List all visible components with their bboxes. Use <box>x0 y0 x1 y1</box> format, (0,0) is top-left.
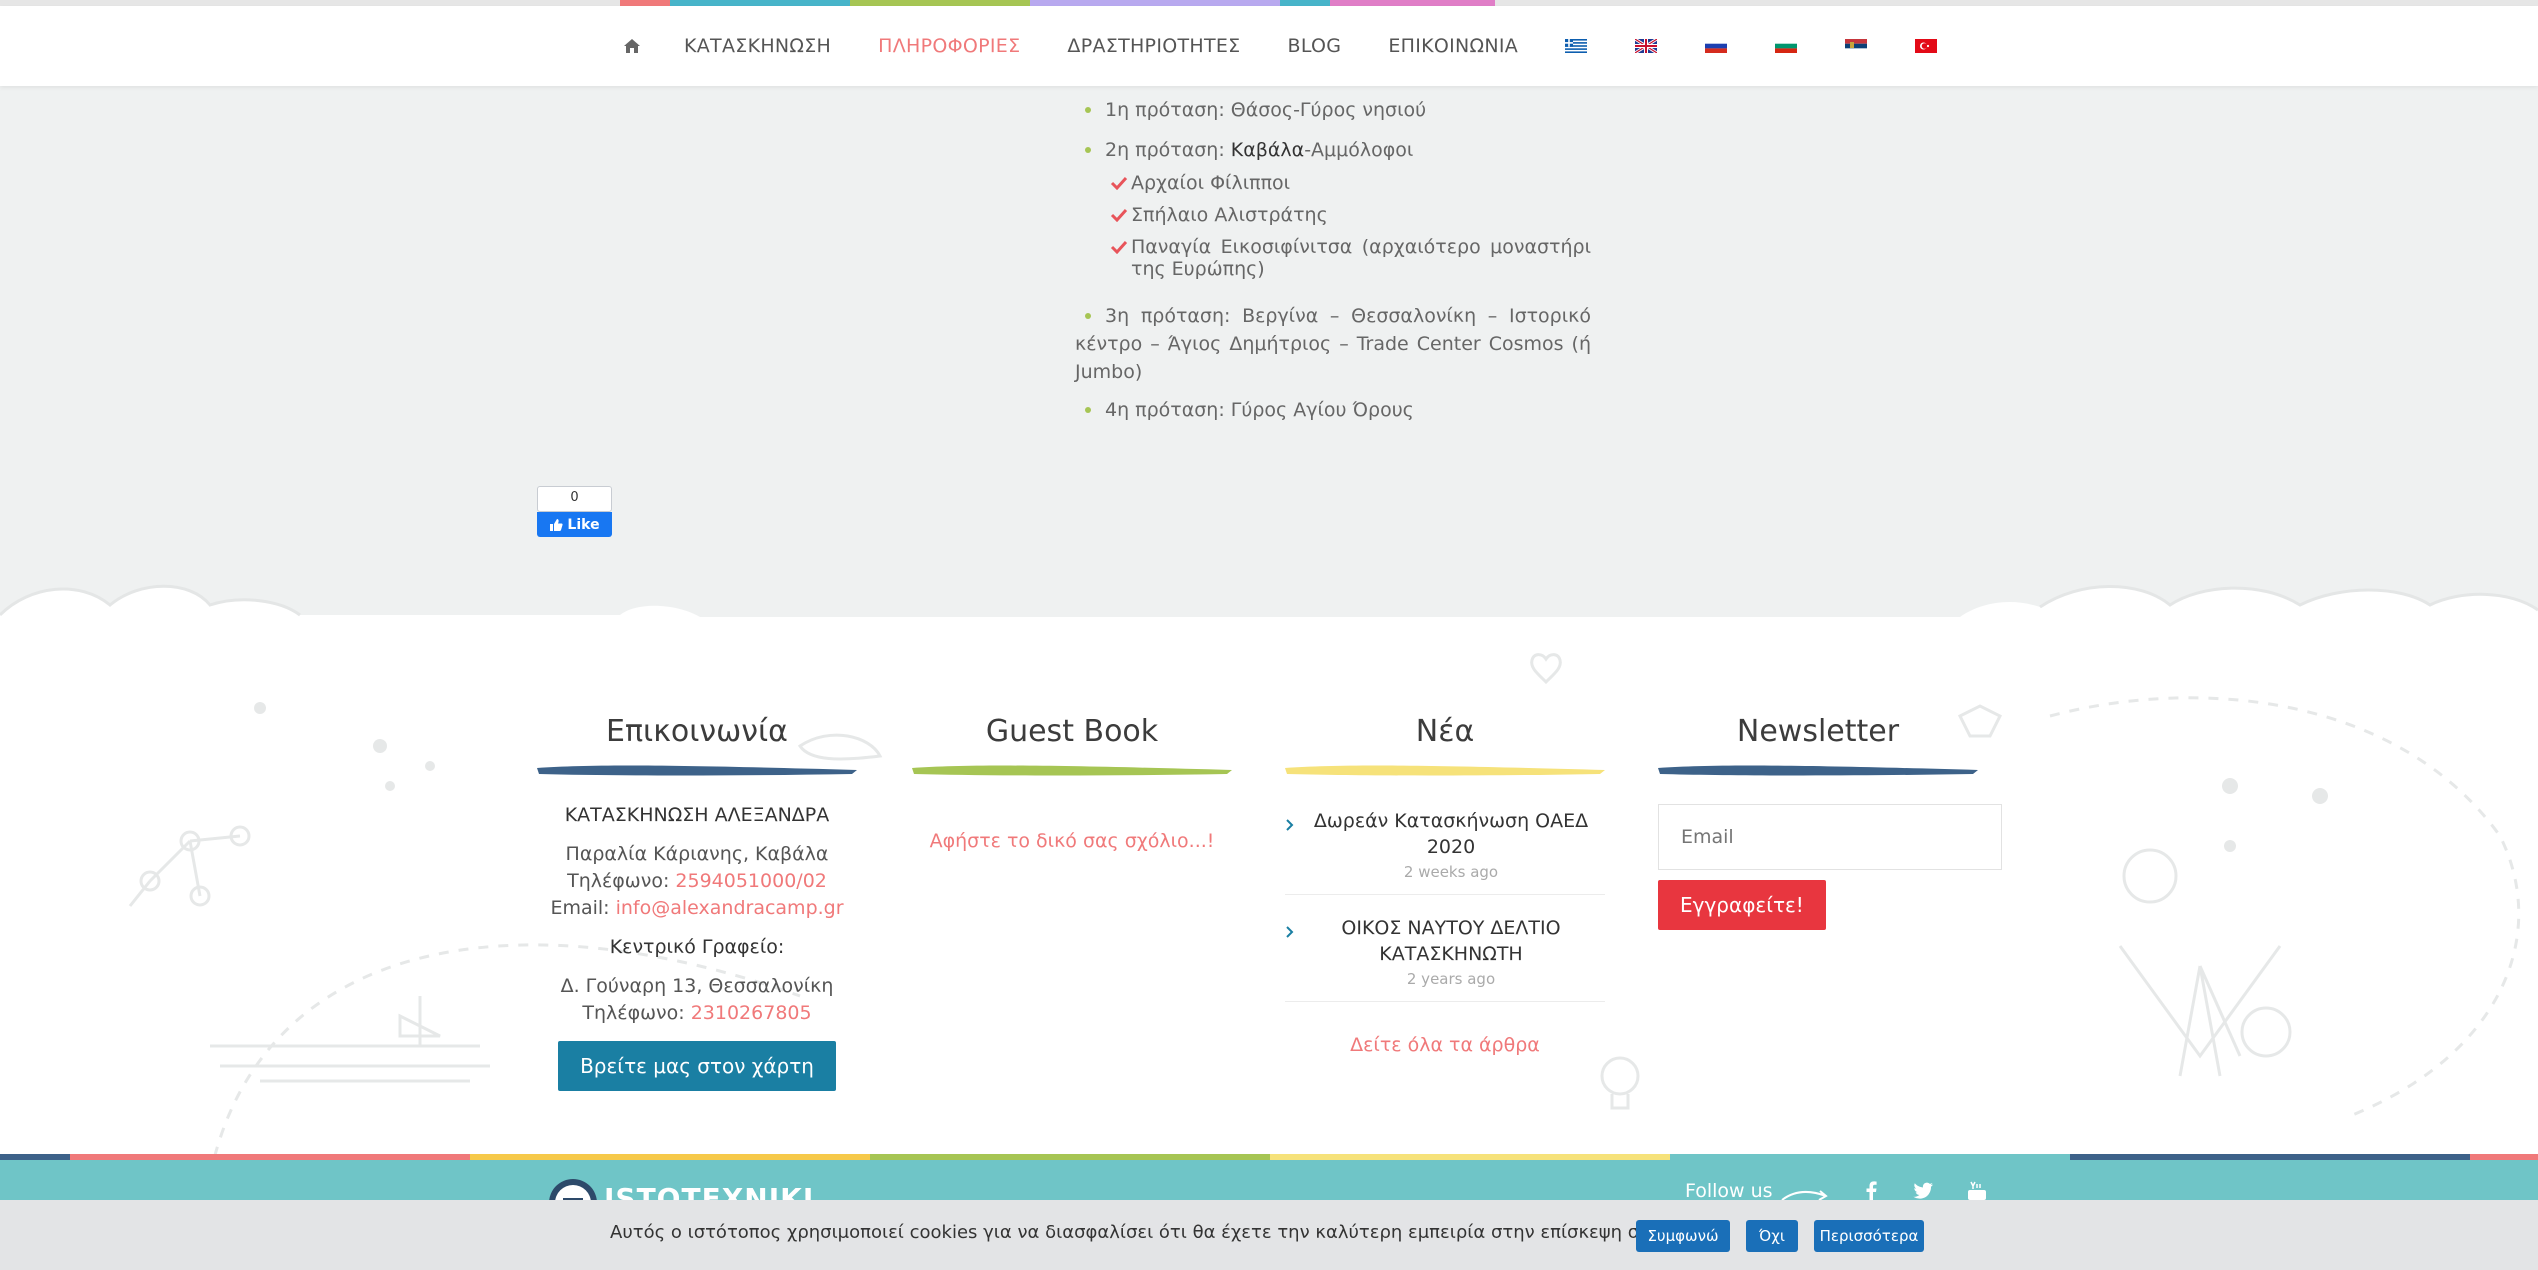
cookie-consent-bar: Αυτός ο ιστότοπος χρησιμοποιεί cookies γ… <box>0 1200 2538 1270</box>
istotexniki-logo-text: ISTOTEXNIKI <box>604 1182 815 1200</box>
guestbook-comment-link[interactable]: Αφήστε το δικό σας σχόλιο...! <box>912 828 1232 855</box>
footer-guestbook-column: Guest Book Αφήστε το δικό σας σχόλιο...! <box>912 712 1232 855</box>
camp-phone-line: Τηλέφωνο: 2594051000/02 <box>537 868 857 895</box>
subscribe-button[interactable]: Εγγραφείτε! <box>1658 880 1826 930</box>
find-on-map-button[interactable]: Βρείτε μας στον χάρτη <box>558 1041 836 1091</box>
news-item[interactable]: ΟΙΚΟΣ ΝΑΥΤΟΥ ΔΕΛΤΙΟ ΚΑΤΑΣΚΗΝΩΤΗ 2 years … <box>1285 915 1605 1002</box>
like-count: 0 <box>537 486 612 512</box>
nav-item-kataskinosi[interactable]: ΚΑΤΑΣΚΗΝΩΣΗ <box>684 35 831 57</box>
footer-band: ISTOTEXNIKI Follow us <box>0 1160 2538 1200</box>
title-underline-brush <box>537 765 857 776</box>
sub-list-item: Παναγία Εικοσιφίνιτσα (αρχαιότερο μοναστ… <box>1075 236 1591 280</box>
camp-address: Παραλία Κάριανης, Καβάλα <box>565 843 829 865</box>
contact-title: Επικοινωνία <box>606 714 788 749</box>
excursions-list: 1η πρόταση: Θάσος-Γύρος νησιού 2η πρότασ… <box>1075 92 1591 424</box>
facebook-like-widget[interactable]: 0 Like <box>537 486 612 537</box>
check-icon <box>1110 240 1128 254</box>
follow-us-label: Follow us <box>1685 1180 1773 1200</box>
decorative-heart <box>1530 653 1562 685</box>
proposal-1: 1η πρόταση: Θάσος-Γύρος νησιού <box>1105 99 1427 121</box>
email-label: Email: <box>550 897 616 919</box>
proposal-2-suffix: -Αμμόλοφοι <box>1304 139 1414 161</box>
sub-item-panagia: Παναγία Εικοσιφίνιτσα (αρχαιότερο μοναστ… <box>1131 236 1591 280</box>
list-item: 3η πρόταση: Βεργίνα – Θεσσαλονίκη – Ιστο… <box>1075 302 1591 386</box>
footer-contact-column: Επικοινωνία ΚΑΤΑΣΚΗΝΩΣΗ ΑΛΕΞΑΝΔΡΑ Παραλί… <box>537 712 857 1091</box>
footer-news-column: Νέα Δωρεάν Κατασκήνωση ΟΑΕΔ 2020 2 weeks… <box>1285 712 1605 1059</box>
greece-flag-icon[interactable] <box>1565 39 1588 53</box>
sub-list-item: Αρχαίοι Φίλιπποι <box>1075 172 1591 194</box>
title-underline-brush <box>1658 765 1978 776</box>
youtube-icon[interactable] <box>1966 1180 1988 1200</box>
cookie-more-button[interactable]: Περισσότερα <box>1814 1220 1924 1252</box>
uk-flag-icon[interactable] <box>1635 39 1658 53</box>
nav-item-blog[interactable]: BLOG <box>1287 35 1341 57</box>
title-underline-brush <box>1285 765 1605 776</box>
check-icon <box>1110 176 1128 190</box>
sub-item-alistrati: Σπήλαιο Αλιστράτης <box>1131 204 1328 226</box>
newsletter-title: Newsletter <box>1736 714 1900 749</box>
camp-phone-link[interactable]: 2594051000/02 <box>675 870 826 892</box>
camp-email-line: Email: info@alexandracamp.gr <box>537 895 857 922</box>
news-item-title[interactable]: Δωρεάν Κατασκήνωση ΟΑΕΔ 2020 <box>1309 808 1593 860</box>
chevron-right-icon <box>1286 926 1294 938</box>
thumbs-up-icon <box>550 518 564 531</box>
office-phone-line: Τηλέφωνο: 2310267805 <box>537 1000 857 1027</box>
twitter-icon[interactable] <box>1912 1180 1934 1200</box>
nav-item-drastiriotites[interactable]: ΔΡΑΣΤΗΡΙΟΤΗΤΕΣ <box>1067 35 1240 57</box>
news-item-title[interactable]: ΟΙΚΟΣ ΝΑΥΤΟΥ ΔΕΛΤΙΟ ΚΑΤΑΣΚΗΝΩΤΗ <box>1309 915 1593 967</box>
chevron-right-icon <box>1286 819 1294 831</box>
home-icon[interactable] <box>620 34 644 58</box>
news-item-date: 2 years ago <box>1406 970 1496 988</box>
proposal-4: 4η πρόταση: Γύρος Αγίου Όρους <box>1105 399 1414 421</box>
office-phone-link[interactable]: 2310267805 <box>691 1002 812 1024</box>
turkey-flag-icon[interactable] <box>1915 39 1938 53</box>
bulgaria-flag-icon[interactable] <box>1775 39 1798 53</box>
sub-list-item: Σπήλαιο Αλιστράτης <box>1075 204 1591 226</box>
office-label: Κεντρικό Γραφείο: <box>609 936 785 958</box>
news-item-date: 2 weeks ago <box>1403 863 1499 881</box>
check-icon <box>1110 208 1128 222</box>
list-item: 4η πρόταση: Γύρος Αγίου Όρους <box>1075 396 1591 424</box>
istotexniki-logo-icon[interactable] <box>548 1178 598 1200</box>
title-underline-brush <box>912 765 1232 776</box>
news-item[interactable]: Δωρεάν Κατασκήνωση ΟΑΕΔ 2020 2 weeks ago <box>1285 808 1605 895</box>
list-item: 1η πρόταση: Θάσος-Γύρος νησιού <box>1075 96 1591 124</box>
proposal-2-prefix: 2η πρόταση: <box>1105 139 1231 161</box>
nav-item-plirofories[interactable]: ΠΛΗΡΟΦΟΡΙΕΣ <box>878 35 1020 57</box>
facebook-icon[interactable] <box>1860 1180 1882 1200</box>
proposal-2-strong: Καβάλα <box>1230 139 1305 161</box>
proposal-3: 3η πρόταση: Βεργίνα – Θεσσαλονίκη – Ιστο… <box>1075 305 1591 383</box>
camp-name: ΚΑΤΑΣΚΗΝΩΣΗ ΑΛΕΞΑΝΔΡΑ <box>564 804 830 826</box>
all-articles-link[interactable]: Δείτε όλα τα άρθρα <box>1285 1032 1605 1059</box>
phone-label: Τηλέφωνο: <box>567 870 676 892</box>
office-phone-label: Τηλέφωνο: <box>582 1002 691 1024</box>
guestbook-title: Guest Book <box>985 714 1159 749</box>
cookie-message: Αυτός ο ιστότοπος χρησιμοποιεί cookies γ… <box>610 1222 1662 1243</box>
main-navigation: ΚΑΤΑΣΚΗΝΩΣΗ ΠΛΗΡΟΦΟΡΙΕΣ ΔΡΑΣΤΗΡΙΟΤΗΤΕΣ B… <box>0 6 2538 86</box>
cookie-decline-button[interactable]: Όχι <box>1746 1220 1798 1252</box>
like-label: Like <box>567 516 600 533</box>
newsletter-email-input[interactable] <box>1658 804 2002 870</box>
like-button[interactable]: Like <box>537 512 612 537</box>
camp-email-link[interactable]: info@alexandracamp.gr <box>616 897 844 919</box>
news-title: Νέα <box>1415 714 1475 749</box>
sub-item-filippoi: Αρχαίοι Φίλιπποι <box>1131 172 1291 194</box>
serbia-flag-icon[interactable] <box>1845 39 1868 53</box>
footer-newsletter-column: Newsletter Εγγραφείτε! <box>1658 712 2018 930</box>
arrow-decoration-icon <box>1781 1190 1828 1200</box>
office-address: Δ. Γούναρη 13, Θεσσαλονίκη <box>560 975 834 997</box>
list-item: 2η πρόταση: Καβάλα-Αμμόλοφοι <box>1075 136 1591 164</box>
site-footer: Επικοινωνία ΚΑΤΑΣΚΗΝΩΣΗ ΑΛΕΞΑΝΔΡΑ Παραλί… <box>0 636 2538 1154</box>
cookie-agree-button[interactable]: Συμφωνώ <box>1636 1220 1730 1252</box>
russia-flag-icon[interactable] <box>1705 39 1728 53</box>
nav-item-epikoinonia[interactable]: ΕΠΙΚΟΙΝΩΝΙΑ <box>1388 35 1518 57</box>
cloud-divider <box>0 584 2538 637</box>
